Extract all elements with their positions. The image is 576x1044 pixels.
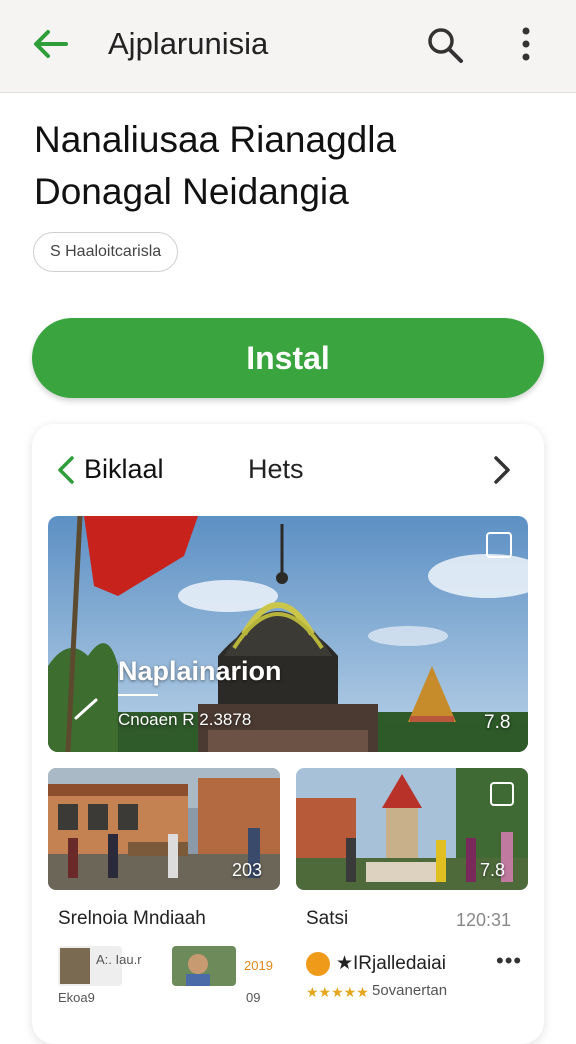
listing-photo: 7.8 xyxy=(296,768,528,890)
listing-count: 203 xyxy=(232,860,263,880)
tab-biklaal[interactable]: Biklaal xyxy=(84,454,164,485)
mini-label-d: 2019 xyxy=(244,958,273,973)
listing-card[interactable]: 203 Srelnoia Mndiaah A:. Iau.r Ekoa9 201… xyxy=(48,768,280,1044)
thumbnail-image xyxy=(172,946,236,986)
swipe-icon xyxy=(74,698,98,720)
tab-hets[interactable]: Hets xyxy=(248,454,304,485)
publisher-name[interactable]: ★IRjalledaiai xyxy=(336,952,446,975)
mini-label-a: A:. Iau.r xyxy=(96,952,142,967)
hero-rating: 7.8 xyxy=(484,712,511,733)
category-chip[interactable]: S Haaloitcarisla xyxy=(33,232,179,272)
review-count: 5ovanertan xyxy=(372,982,448,999)
app-headline: Nanaliusaa Rianagdla Donagal Neidangia xyxy=(34,114,554,218)
listing-card[interactable]: 7.8 Satsi 120:31 ★IRjalledaiai ••• ★★★★★… xyxy=(296,768,528,1044)
mini-label-c: 09 xyxy=(246,990,261,1005)
listing-name: Satsi xyxy=(306,908,349,929)
app-bar-title: Ajplarunisia xyxy=(108,26,269,61)
rating-stars: ★★★★★ xyxy=(306,984,369,1000)
search-icon[interactable] xyxy=(426,26,464,64)
listing-photo: 203 xyxy=(48,768,280,890)
more-vert-icon[interactable] xyxy=(512,24,540,64)
arrow-left-icon[interactable] xyxy=(30,26,70,62)
hero-divider xyxy=(118,694,158,696)
hero-title: Naplainarion xyxy=(118,656,282,686)
listing-rating: 7.8 xyxy=(480,860,506,880)
hero-subtitle: Cnoaen R 2.3878 xyxy=(118,710,252,729)
mini-thumbnail-2[interactable] xyxy=(172,946,236,986)
mini-label-b: Ekoa9 xyxy=(58,990,95,1005)
more-horiz-icon[interactable]: ••• xyxy=(496,948,522,974)
headline-line-2: Donagal Neidangia xyxy=(34,171,349,212)
expand-icon[interactable] xyxy=(486,532,512,558)
headline-line-1: Nanaliusaa Rianagdla xyxy=(34,119,397,160)
expand-icon[interactable] xyxy=(490,782,514,806)
publisher-icon xyxy=(306,952,330,976)
listing-time: 120:31 xyxy=(456,910,512,930)
install-button[interactable]: Instal xyxy=(32,318,544,398)
hero-image[interactable]: Naplainarion Cnoaen R 2.3878 7.8 xyxy=(48,516,528,752)
app-bar: Ajplarunisia xyxy=(0,0,576,93)
chevron-right-icon[interactable] xyxy=(492,454,512,486)
gallery-tabs: Biklaal Hets xyxy=(32,424,544,514)
listing-name: Srelnoia Mndiaah xyxy=(58,908,206,929)
gallery-card: Biklaal Hets Naplainarion Cnoaen R 2.387… xyxy=(32,424,544,1044)
chevron-left-icon[interactable] xyxy=(56,454,76,486)
